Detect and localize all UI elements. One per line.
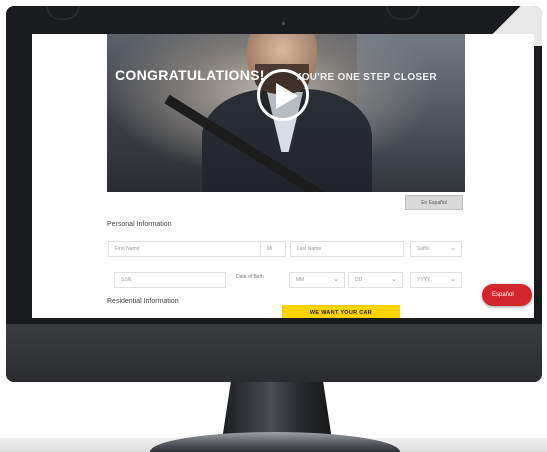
screen: CONGRATULATIONS! YOU'RE ONE STEP CLOSER E… [32,34,534,318]
dob-year-value: YYYY [417,277,431,283]
dob-label: Date of Birth [236,274,264,280]
personal-info-heading: Personal Information [107,221,172,228]
dob-day-select[interactable]: DD [348,272,403,288]
dob-month-select[interactable]: MM [289,272,345,288]
play-icon [276,83,298,109]
dob-year-select[interactable]: YYYY [410,272,462,288]
suffix-value: Suffix [417,246,430,252]
suffix-select[interactable]: Suffix [410,241,462,257]
monitor-hook-right [386,6,420,20]
middle-initial-input[interactable]: MI [260,241,286,257]
monitor-hook-left [46,6,80,20]
first-name-placeholder: First Name [115,246,140,252]
monitor-stand-base [150,432,400,452]
promo-video[interactable]: CONGRATULATIONS! YOU'RE ONE STEP CLOSER [107,34,465,192]
monitor-camera [282,22,285,25]
last-name-input[interactable]: Last Name [290,241,404,257]
dob-day-value: DD [355,277,363,283]
espanol-label: Español [492,292,514,298]
video-title-rest: YOU'RE ONE STEP CLOSER [294,72,437,83]
video-title-main: CONGRATULATIONS! [115,67,265,83]
ssn-placeholder: SSN [121,277,132,283]
middle-initial-placeholder: MI [267,246,273,252]
play-button[interactable] [257,69,309,121]
language-button[interactable]: En Español [405,195,463,210]
espanol-toggle-button[interactable]: Español [482,284,532,306]
we-want-your-car-button[interactable]: WE WANT YOUR CAR [282,305,400,318]
monitor-chin [6,324,542,382]
dob-month-value: MM [296,277,305,283]
last-name-placeholder: Last Name [297,246,322,252]
first-name-input[interactable]: First Name [108,241,276,257]
residential-info-heading: Residential Information [107,298,179,305]
monitor: CONGRATULATIONS! YOU'RE ONE STEP CLOSER E… [6,6,542,382]
ssn-input[interactable]: SSN [114,272,226,288]
video-window-light [357,34,465,192]
